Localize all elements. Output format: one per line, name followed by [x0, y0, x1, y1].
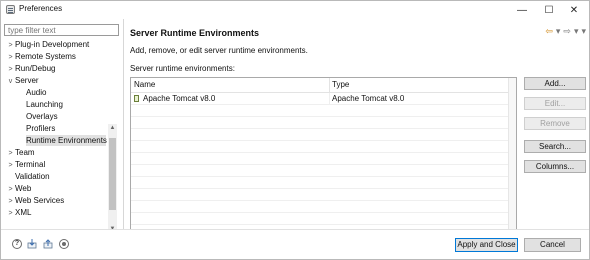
list-label: Server runtime environments:	[130, 64, 235, 73]
cell-name: Apache Tomcat v8.0	[131, 93, 330, 104]
chevron-right-icon[interactable]: >	[6, 196, 15, 207]
tree-item-xml[interactable]: > XML	[6, 207, 31, 218]
remove-button[interactable]: Remove	[524, 117, 586, 130]
table-row	[131, 153, 510, 165]
tree-item-runtime-environments[interactable]: Runtime Environments	[26, 135, 107, 146]
table-scrollbar[interactable]	[508, 78, 516, 229]
columns-button[interactable]: Columns...	[524, 160, 586, 173]
table-header: Name Type	[131, 78, 510, 93]
help-icon[interactable]: ?	[12, 239, 22, 249]
tree-item-web-services[interactable]: > Web Services	[6, 195, 64, 206]
tree-item-label: Web Services	[15, 196, 65, 205]
cell-type: Apache Tomcat v8.0	[332, 94, 405, 103]
tree-item-remote-systems[interactable]: > Remote Systems	[6, 51, 76, 63]
tree-item-label: Launching	[26, 100, 63, 109]
chevron-right-icon[interactable]: >	[6, 184, 15, 195]
column-header-name[interactable]: Name	[131, 78, 330, 92]
page-navigation: ⇦ ▾ ⇨ ▾ ▾	[542, 26, 586, 37]
edit-button[interactable]: Edit...	[524, 97, 586, 110]
table-row	[131, 117, 510, 129]
tree-item-validation[interactable]: Validation	[15, 171, 50, 182]
tree-item-label: Plug-in Development	[15, 40, 90, 49]
page-description: Add, remove, or edit server runtime envi…	[130, 46, 308, 55]
chevron-right-icon[interactable]: >	[6, 160, 15, 171]
tree-item-plugin-development[interactable]: > Plug-in Development	[6, 39, 89, 50]
chevron-right-icon[interactable]: >	[6, 52, 15, 63]
apply-and-close-button[interactable]: Apply and Close	[455, 238, 518, 252]
tree-item-label: Terminal	[15, 160, 46, 169]
table-row	[131, 129, 510, 141]
preference-page: Server Runtime Environments ⇦ ▾ ⇨ ▾ ▾ Add, r…	[124, 19, 590, 237]
forward-arrow-icon[interactable]: ⇨	[563, 26, 571, 36]
tree-item-label: Server	[15, 76, 39, 85]
tree-item-launching[interactable]: Launching	[26, 99, 63, 110]
minimize-button[interactable]: —	[512, 1, 532, 19]
tree-scrollbar[interactable]: ▲ ▼	[108, 124, 117, 234]
runtime-environments-table[interactable]: Name Type Apache Tomcat v8.0 Apache Tomc…	[130, 77, 517, 237]
tree-item-label: Profilers	[26, 124, 56, 133]
table-row[interactable]: Apache Tomcat v8.0 Apache Tomcat v8.0	[131, 93, 510, 105]
tree-item-label: Remote Systems	[15, 52, 76, 61]
chevron-right-icon[interactable]: >	[6, 40, 15, 51]
tree-item-server[interactable]: v Server	[6, 75, 39, 86]
tree-item-label: Overlays	[26, 112, 58, 121]
table-row	[131, 201, 510, 213]
add-button[interactable]: Add...	[524, 77, 586, 90]
search-button[interactable]: Search...	[524, 140, 586, 153]
table-row	[131, 213, 510, 225]
tree-item-audio[interactable]: Audio	[26, 87, 46, 98]
table-row	[131, 189, 510, 201]
tree-item-label: Team	[15, 148, 35, 157]
runtime-name: Apache Tomcat v8.0	[143, 94, 216, 103]
tree-item-web[interactable]: > Web	[6, 183, 31, 194]
table-row	[131, 105, 510, 117]
server-icon	[134, 95, 139, 102]
tree-item-label: Run/Debug	[15, 64, 56, 73]
tree-item-label: Web	[15, 184, 32, 193]
tree-item-run-debug[interactable]: > Run/Debug	[6, 63, 55, 74]
preferences-app-icon	[6, 5, 15, 14]
cancel-button[interactable]: Cancel	[524, 238, 581, 252]
chevron-right-icon[interactable]: >	[6, 148, 15, 159]
maximize-button[interactable]: ☐	[539, 1, 559, 19]
menu-icon[interactable]: ▾	[581, 26, 586, 36]
tree-item-label: Validation	[15, 172, 50, 181]
tree-item-label: Audio	[26, 88, 47, 97]
preferences-window: Preferences — ☐ ✕ >Plug-in Development >…	[0, 0, 590, 260]
window-title: Preferences	[19, 4, 63, 13]
tree-item-profilers[interactable]: Profilers	[26, 123, 55, 134]
chevron-right-icon[interactable]: >	[6, 208, 15, 219]
title-bar: Preferences — ☐ ✕	[1, 1, 589, 19]
tree-item-label: XML	[15, 208, 32, 217]
tree-item-terminal[interactable]: > Terminal	[6, 159, 45, 170]
page-title: Server Runtime Environments	[130, 28, 260, 38]
preferences-sidebar: >Plug-in Development >Remote Systems >Ru…	[1, 19, 122, 234]
column-header-type[interactable]: Type	[329, 78, 512, 92]
tree-item-overlays[interactable]: Overlays	[26, 111, 58, 122]
dropdown-icon[interactable]: ▾	[574, 26, 579, 36]
close-button[interactable]: ✕	[564, 1, 584, 19]
chevron-down-icon[interactable]: v	[6, 76, 15, 87]
table-row	[131, 177, 510, 189]
back-arrow-icon[interactable]: ⇦	[545, 26, 553, 36]
dropdown-icon[interactable]: ▾	[556, 26, 561, 36]
filter-input[interactable]	[4, 24, 119, 36]
table-body: Apache Tomcat v8.0 Apache Tomcat v8.0	[131, 93, 510, 237]
table-row	[131, 165, 510, 177]
scroll-up-icon[interactable]: ▲	[108, 124, 117, 133]
table-row	[131, 141, 510, 153]
tree-item-team[interactable]: > Team	[6, 147, 35, 159]
tree-item-label: Runtime Environments	[26, 136, 107, 145]
dialog-footer: ? Apply and Close Cancel	[1, 230, 589, 259]
export-icon[interactable]	[43, 239, 53, 249]
chevron-right-icon[interactable]: >	[6, 64, 15, 75]
tree-scrollbar-thumb[interactable]	[109, 138, 116, 210]
oomph-preference-recorder-icon[interactable]	[59, 239, 69, 249]
import-icon[interactable]	[27, 239, 37, 249]
